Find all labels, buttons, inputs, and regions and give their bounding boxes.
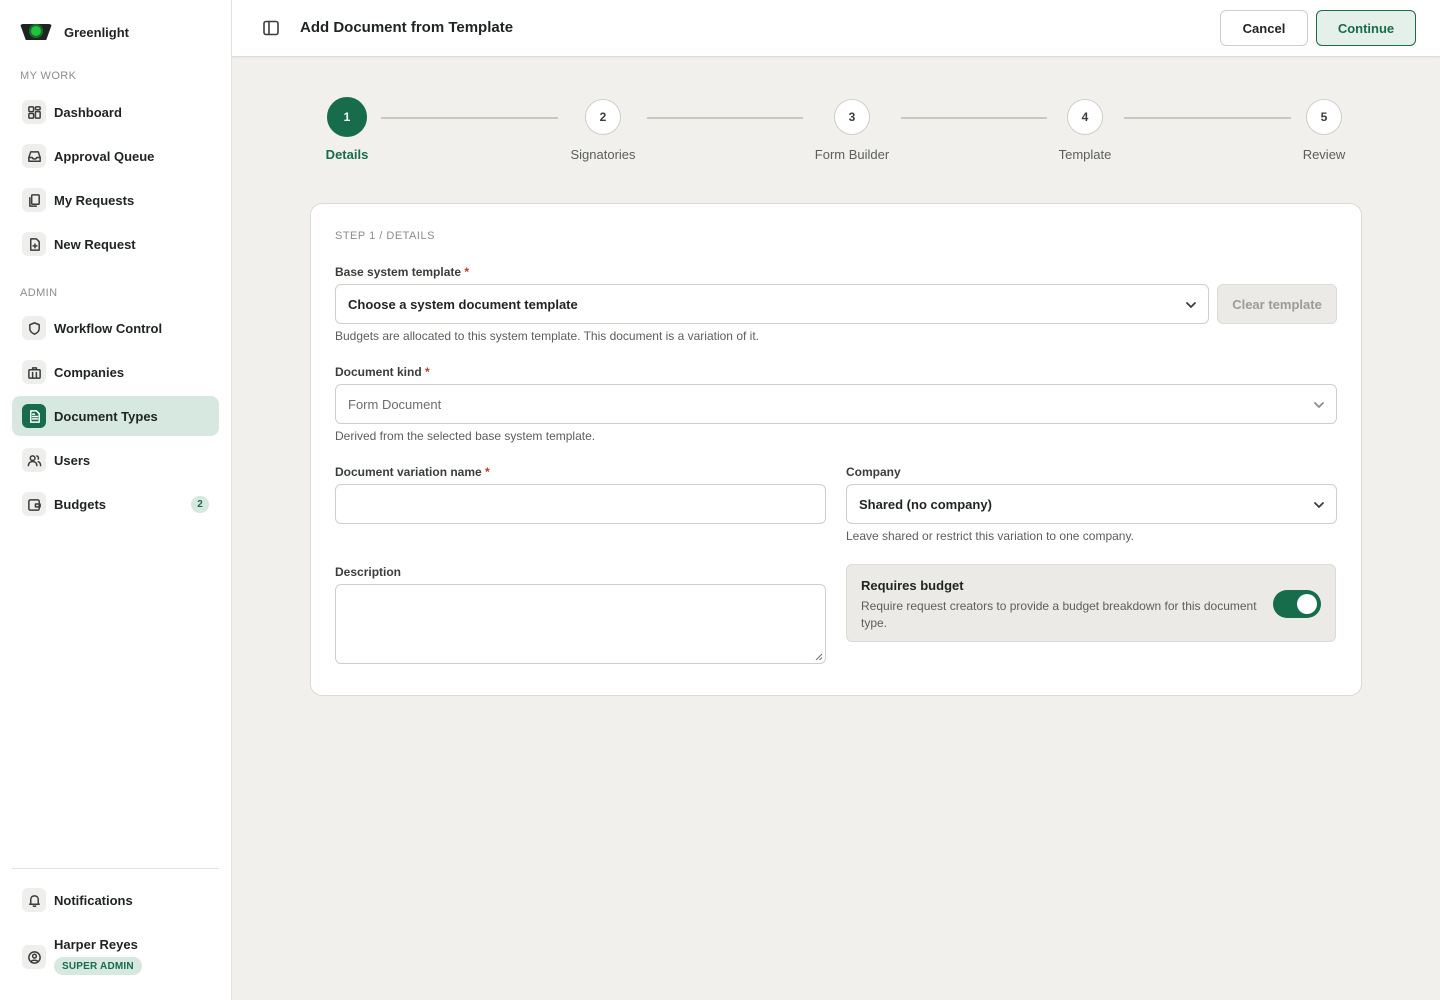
bell-icon (22, 888, 46, 912)
sidebar-item-users[interactable]: Users (12, 440, 219, 480)
base-template-value: Choose a system document template (348, 296, 578, 312)
users-icon (22, 448, 46, 472)
brand-name: Greenlight (64, 24, 130, 40)
base-template-label: Base system template * (335, 265, 469, 279)
sidebar-item-notifications[interactable]: Notifications (12, 880, 219, 920)
step-connector (901, 117, 1047, 119)
requires-budget-toggle[interactable] (1273, 590, 1321, 618)
user-name[interactable]: Harper Reyes (54, 937, 138, 952)
sidebar-item-label: Workflow Control (54, 320, 163, 336)
section-label-admin: ADMIN (20, 287, 58, 299)
step-3-circle[interactable]: 3 (834, 99, 870, 135)
sidebar-item-label: New Request (54, 236, 136, 252)
role-badge: SUPER ADMIN (54, 957, 142, 975)
step-1-label: Details (325, 147, 369, 162)
inbox-icon (22, 144, 46, 168)
variation-name-label: Document variation name * (335, 465, 490, 479)
sidebar-item-budgets[interactable]: Budgets 2 (12, 484, 219, 524)
sidebar-item-label: Dashboard (54, 104, 122, 120)
required-mark: * (485, 465, 490, 479)
brand[interactable]: Greenlight (20, 20, 129, 44)
document-kind-helper: Derived from the selected base system te… (335, 429, 596, 443)
cancel-button[interactable]: Cancel (1220, 10, 1308, 46)
base-template-select[interactable]: Choose a system document template (335, 284, 1209, 324)
step-connector (1124, 117, 1291, 119)
company-value: Shared (no company) (859, 496, 992, 512)
step-1-circle[interactable]: 1 (327, 97, 367, 137)
sidebar-item-companies[interactable]: Companies (12, 352, 219, 392)
step-connector (381, 117, 558, 119)
description-label: Description (335, 565, 402, 579)
traffic-light-logo-icon (20, 21, 52, 43)
sidebar-item-dashboard[interactable]: Dashboard (12, 92, 219, 132)
details-card: STEP 1 / DETAILS Base system template * … (310, 203, 1362, 696)
required-mark: * (464, 265, 470, 279)
dashboard-icon (22, 100, 46, 124)
company-helper: Leave shared or restrict this variation … (846, 529, 1134, 543)
top-bar: Add Document from Template Cancel Contin… (232, 0, 1440, 57)
sidebar: Greenlight MY WORK Dashboard Approval Qu… (0, 0, 232, 1000)
sidebar-item-label: Document Types (54, 408, 158, 424)
continue-button[interactable]: Continue (1316, 10, 1416, 46)
resize-grip-icon[interactable] (815, 653, 823, 661)
sidebar-item-label: Approval Queue (54, 148, 155, 164)
chevron-down-icon (1184, 298, 1198, 312)
sidebar-divider (12, 868, 219, 869)
file-plus-icon (22, 232, 46, 256)
requires-budget-description: Require request creators to provide a bu… (861, 599, 1257, 630)
user-avatar-icon[interactable] (22, 945, 46, 969)
variation-name-label-text: Document variation name (335, 465, 482, 479)
sidebar-item-approval-queue[interactable]: Approval Queue (12, 136, 219, 176)
company-select[interactable]: Shared (no company) (846, 484, 1337, 524)
document-kind-label-text: Document kind (335, 365, 422, 379)
required-mark: * (425, 365, 430, 379)
sidebar-item-label: Notifications (54, 892, 133, 908)
step-3-label: Form Builder (814, 147, 890, 162)
requires-budget-title: Requires budget (861, 578, 964, 593)
sidebar-item-workflow-control[interactable]: Workflow Control (12, 308, 219, 348)
shield-icon (22, 316, 46, 340)
sidebar-item-label: Companies (54, 364, 125, 380)
budgets-count-badge: 2 (191, 496, 209, 513)
variation-name-input[interactable] (335, 484, 826, 524)
sidebar-toggle-icon[interactable] (262, 19, 280, 37)
wallet-icon (22, 492, 46, 516)
chevron-down-icon (1312, 398, 1326, 412)
description-textarea[interactable] (335, 584, 826, 664)
documents-icon (22, 188, 46, 212)
document-icon (22, 404, 46, 428)
step-2-label: Signatories (570, 147, 636, 162)
sidebar-item-label: Users (54, 452, 91, 468)
page-title: Add Document from Template (300, 19, 514, 36)
sidebar-item-my-requests[interactable]: My Requests (12, 180, 219, 220)
requires-budget-panel: Requires budget Require request creators… (846, 564, 1336, 642)
step-5-label: Review (1302, 147, 1346, 162)
chevron-down-icon (1312, 498, 1326, 512)
sidebar-item-new-request[interactable]: New Request (12, 224, 219, 264)
document-kind-select[interactable]: Form Document (335, 384, 1337, 424)
toggle-knob (1297, 594, 1317, 614)
step-5-circle[interactable]: 5 (1306, 99, 1342, 135)
step-2-circle[interactable]: 2 (585, 99, 621, 135)
sidebar-item-label: My Requests (54, 192, 135, 208)
step-4-circle[interactable]: 4 (1067, 99, 1103, 135)
sidebar-item-label: Budgets (54, 496, 106, 512)
document-kind-value: Form Document (348, 396, 442, 412)
base-template-label-text: Base system template (335, 265, 462, 279)
sidebar-item-document-types[interactable]: Document Types (12, 396, 219, 436)
step-4-label: Template (1058, 147, 1112, 162)
base-template-helper: Budgets are allocated to this system tem… (335, 329, 759, 343)
building-icon (22, 360, 46, 384)
section-label-my-work: MY WORK (20, 70, 77, 82)
document-kind-label: Document kind * (335, 365, 430, 379)
clear-template-button[interactable]: Clear template (1217, 284, 1337, 324)
step-connector (647, 117, 803, 119)
step-eyebrow: STEP 1 / DETAILS (335, 230, 435, 242)
company-label: Company (846, 465, 901, 479)
